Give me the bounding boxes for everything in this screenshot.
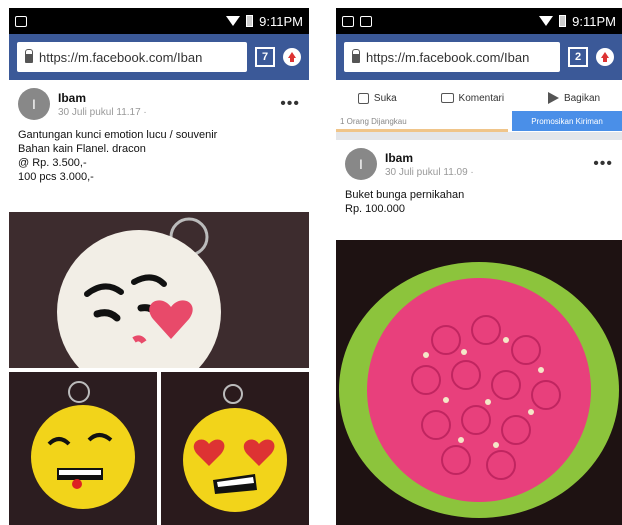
avatar[interactable]: I <box>18 88 50 120</box>
post-photo-bouquet[interactable] <box>336 240 622 525</box>
comment-button[interactable]: Komentari <box>440 92 505 104</box>
left-phone-screen: 9:11PM https://m.facebook.com/Iban 7 I I… <box>9 8 309 525</box>
reach-text: 1 Orang Dijangkau <box>340 116 407 126</box>
wifi-icon <box>539 16 554 26</box>
browser-toolbar: https://m.facebook.com/Iban 7 <box>9 34 309 80</box>
status-time: 9:11PM <box>572 13 616 29</box>
comment-label: Komentari <box>458 92 505 104</box>
screen-icon <box>342 15 354 27</box>
lock-icon <box>352 49 360 63</box>
post-photo-main[interactable] <box>9 212 309 368</box>
tab-switcher-button[interactable]: 7 <box>255 47 275 67</box>
tab-switcher-button[interactable]: 2 <box>568 47 588 67</box>
browser-toolbar: https://m.facebook.com/Iban 2 <box>336 34 622 80</box>
caption-line: Rp. 100.000 <box>345 203 405 215</box>
post-header: I Ibam 30 Juli pukul 11.09 · ••• <box>336 140 622 188</box>
thumbs-up-icon <box>357 92 369 104</box>
upload-icon[interactable] <box>596 48 614 66</box>
post-caption: Buket bunga pernikahan Rp. 100.000 <box>336 188 622 216</box>
like-label: Suka <box>373 92 397 104</box>
share-button[interactable]: Bagikan <box>547 92 601 104</box>
wifi-icon <box>226 16 241 26</box>
comment-icon <box>440 93 454 103</box>
upload-icon[interactable] <box>283 48 301 66</box>
post-photo-grid-1[interactable] <box>9 372 157 525</box>
lock-icon <box>25 49 33 63</box>
more-options-icon[interactable]: ••• <box>593 155 613 173</box>
status-bar: 9:11PM <box>9 8 309 34</box>
more-options-icon[interactable]: ••• <box>280 95 300 113</box>
url-field[interactable]: https://m.facebook.com/Iban <box>17 42 247 72</box>
caption-line: Bahan kain Flanel. dracon <box>18 143 146 155</box>
battery-icon <box>559 15 567 27</box>
post-caption: Gantungan kunci emotion lucu / souvenir … <box>9 128 309 184</box>
status-time: 9:11PM <box>259 13 303 29</box>
caption-line: Gantungan kunci emotion lucu / souvenir <box>18 129 218 141</box>
avatar[interactable]: I <box>345 148 377 180</box>
right-phone-screen: 9:11PM https://m.facebook.com/Iban 2 Suk… <box>336 8 622 525</box>
url-field[interactable]: https://m.facebook.com/Iban <box>344 42 560 72</box>
author-name[interactable]: Ibam <box>385 151 585 165</box>
caption-line: 100 pcs 3.000,- <box>18 171 94 183</box>
post-date[interactable]: 30 Juli pukul 11.17 · <box>58 107 272 118</box>
battery-icon <box>246 15 254 27</box>
post-date[interactable]: 30 Juli pukul 11.09 · <box>385 167 585 178</box>
caption-line: @ Rp. 3.500,- <box>18 157 87 169</box>
post-header: I Ibam 30 Juli pukul 11.17 · ••• <box>9 80 309 128</box>
whatsapp-icon <box>15 15 27 27</box>
post-photo-grid-2[interactable] <box>161 372 309 525</box>
status-bar: 9:11PM <box>336 8 622 34</box>
promotion-row: 1 Orang Dijangkau Promosikan Kiriman <box>336 110 622 132</box>
feed-divider <box>336 132 622 140</box>
post-actions: Suka Komentari Bagikan <box>336 80 622 110</box>
like-button[interactable]: Suka <box>357 92 397 104</box>
author-name[interactable]: Ibam <box>58 91 272 105</box>
url-text: https://m.facebook.com/Iban <box>366 49 530 65</box>
whatsapp-icon <box>360 15 372 27</box>
promote-post-button[interactable]: Promosikan Kiriman <box>512 111 622 131</box>
share-label: Bagikan <box>563 92 601 104</box>
reach-progress-bar <box>336 129 508 132</box>
share-icon <box>547 92 559 104</box>
caption-line: Buket bunga pernikahan <box>345 189 465 201</box>
url-text: https://m.facebook.com/Iban <box>39 49 203 65</box>
